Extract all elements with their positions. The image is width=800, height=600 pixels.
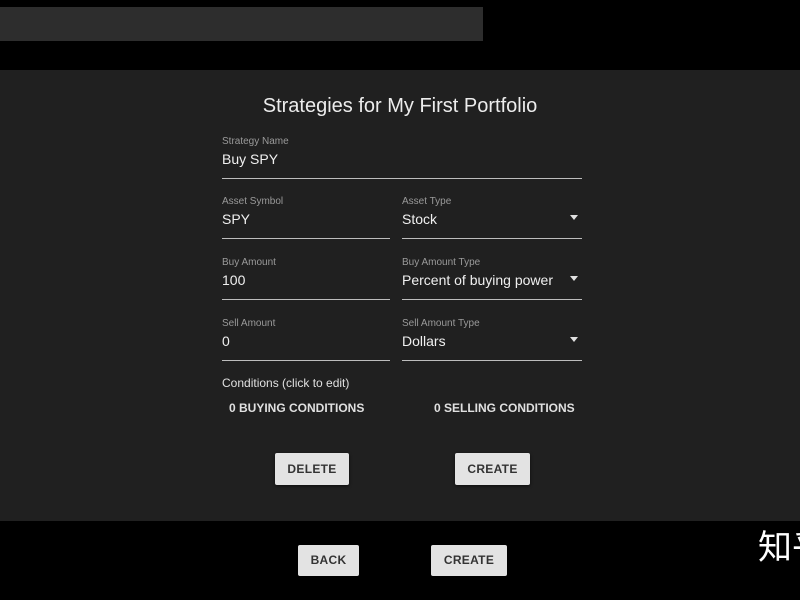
selling-conditions-button[interactable]: 0 SELLING CONDITIONS (434, 401, 575, 415)
watermark-logo: 知乎 (758, 528, 800, 566)
sell-amount-label: Sell Amount (222, 318, 276, 329)
buying-conditions-button[interactable]: 0 BUYING CONDITIONS (229, 401, 364, 415)
create-button[interactable]: CREATE (431, 545, 507, 576)
buy-amount-field[interactable]: Buy Amount 100 (222, 257, 390, 300)
buy-amount-label: Buy Amount (222, 257, 276, 268)
strategy-name-label: Strategy Name (222, 136, 289, 147)
asset-type-label: Asset Type (402, 196, 452, 207)
asset-symbol-label: Asset Symbol (222, 196, 284, 207)
back-button[interactable]: BACK (298, 545, 359, 576)
page-title: Strategies for My First Portfolio (262, 95, 538, 117)
strategy-name-input[interactable]: Buy SPY (222, 151, 278, 167)
caret-down-icon[interactable] (570, 337, 578, 342)
delete-button[interactable]: DELETE (275, 453, 349, 485)
buy-amount-type-select[interactable]: Buy Amount Type Percent of buying power (402, 257, 582, 300)
sell-amount-type-value[interactable]: Dollars (402, 333, 446, 349)
buy-amount-type-value[interactable]: Percent of buying power (402, 272, 553, 288)
top-bar (0, 7, 483, 41)
sell-amount-type-select[interactable]: Sell Amount Type Dollars (402, 318, 582, 361)
asset-type-select[interactable]: Asset Type Stock (402, 196, 582, 239)
buy-amount-input[interactable]: 100 (222, 272, 245, 288)
asset-type-value[interactable]: Stock (402, 211, 437, 227)
create-strategy-button[interactable]: CREATE (455, 453, 530, 485)
strategy-name-field[interactable]: Strategy Name Buy SPY (222, 136, 582, 179)
sell-amount-field[interactable]: Sell Amount 0 (222, 318, 390, 361)
sell-amount-input[interactable]: 0 (222, 333, 230, 349)
conditions-label: Conditions (click to edit) (222, 376, 350, 390)
asset-symbol-field[interactable]: Asset Symbol SPY (222, 196, 390, 239)
caret-down-icon[interactable] (570, 215, 578, 220)
buy-amount-type-label: Buy Amount Type (402, 257, 481, 268)
sell-amount-type-label: Sell Amount Type (402, 318, 480, 329)
asset-symbol-input[interactable]: SPY (222, 211, 250, 227)
caret-down-icon[interactable] (570, 276, 578, 281)
